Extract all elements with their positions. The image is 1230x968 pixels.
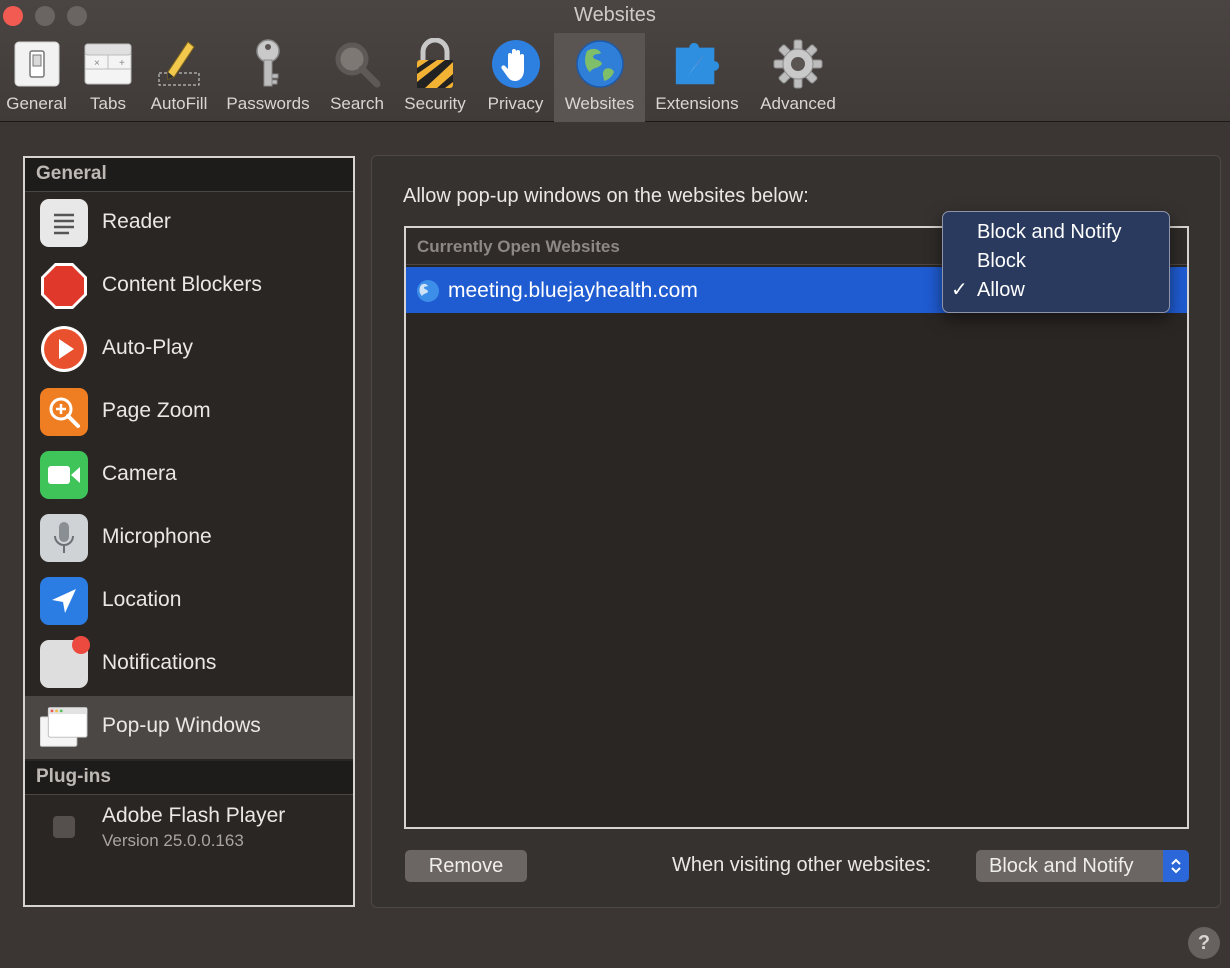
chevron-updown-icon xyxy=(1163,850,1189,882)
tabs-icon: × + xyxy=(83,38,133,90)
menu-item-label: Block and Notify xyxy=(977,221,1122,243)
sidebar-item-label: Microphone xyxy=(102,525,212,548)
toolbar-tab-passwords[interactable]: Passwords xyxy=(215,33,321,122)
camera-icon xyxy=(40,451,88,499)
svg-text:×: × xyxy=(94,58,100,69)
sidebar-item-auto-play[interactable]: Auto-Play xyxy=(25,318,353,381)
padlock-icon xyxy=(410,38,460,90)
sidebar-item-notifications[interactable]: Notifications xyxy=(25,633,353,696)
toolbar-label: Search xyxy=(330,94,384,113)
play-icon xyxy=(40,325,88,373)
general-switch-icon xyxy=(12,38,62,90)
toolbar-tab-privacy[interactable]: Privacy xyxy=(477,33,554,122)
toolbar-label: Tabs xyxy=(90,94,126,113)
websites-list[interactable]: Currently Open Websites meeting.bluejayh… xyxy=(404,226,1189,829)
toolbar-label: Privacy xyxy=(487,94,544,113)
autofill-pencil-icon xyxy=(154,38,204,90)
sidebar-section-plugins: Plug-ins xyxy=(25,761,353,795)
toolbar-tab-websites[interactable]: Websites xyxy=(554,33,645,122)
sidebar-item-label: Camera xyxy=(102,462,177,485)
plugin-enable-checkbox[interactable] xyxy=(53,816,75,838)
globe-icon xyxy=(417,280,439,302)
sidebar-item-camera[interactable]: Camera xyxy=(25,444,353,507)
sidebar-item-label: Reader xyxy=(102,210,171,233)
site-name: meeting.bluejayhealth.com xyxy=(448,279,698,302)
toolbar-tab-security[interactable]: Security xyxy=(393,33,477,122)
menu-item-label: Allow xyxy=(977,279,1025,301)
gear-icon xyxy=(773,38,823,90)
toolbar-label: Security xyxy=(404,94,466,113)
toolbar-tab-extensions[interactable]: Extensions xyxy=(645,33,749,122)
stop-octagon-icon xyxy=(40,262,88,310)
toolbar-label: Websites xyxy=(564,94,635,113)
other-websites-label: When visiting other websites: xyxy=(672,854,932,876)
toolbar-label: AutoFill xyxy=(150,94,208,113)
sidebar-item-label: Pop-up Windows xyxy=(102,714,261,737)
window-title: Websites xyxy=(574,4,656,26)
sidebar: General Reader Content Blockers Auto-Pla… xyxy=(23,156,355,907)
sidebar-item-label: Page Zoom xyxy=(102,399,211,422)
sidebar-item-label: Notifications xyxy=(102,651,217,674)
sidebar-item-microphone[interactable]: Microphone xyxy=(25,507,353,570)
popup-windows-icon xyxy=(40,703,88,751)
hand-icon xyxy=(491,38,541,90)
menu-item-block-and-notify[interactable]: Block and Notify xyxy=(943,218,1169,247)
menu-item-label: Block xyxy=(977,250,1026,272)
panel-caption: Allow pop-up windows on the websites bel… xyxy=(403,185,809,207)
globe-icon xyxy=(575,38,625,90)
sidebar-section-general: General xyxy=(25,158,353,192)
toolbar-label: Passwords xyxy=(226,94,310,113)
sidebar-item-location[interactable]: Location xyxy=(25,570,353,633)
sidebar-item-pop-up-windows[interactable]: Pop-up Windows xyxy=(25,696,353,759)
location-arrow-icon xyxy=(40,577,88,625)
checkmark-icon: ✓ xyxy=(951,279,968,301)
toolbar-tab-general[interactable]: General xyxy=(0,33,73,122)
toolbar-label: General xyxy=(6,94,67,113)
toolbar-tab-search[interactable]: Search xyxy=(321,33,393,122)
other-websites-select[interactable]: Block and Notify xyxy=(976,850,1189,882)
toolbar-tab-advanced[interactable]: Advanced xyxy=(749,33,847,122)
sidebar-item-reader[interactable]: Reader xyxy=(25,192,353,255)
toolbar: Websites General × + Tabs AutoFill Passw… xyxy=(0,0,1230,122)
sidebar-item-label: Auto-Play xyxy=(102,336,194,359)
remove-button[interactable]: Remove xyxy=(405,850,527,882)
select-value: Block and Notify xyxy=(989,855,1134,877)
sidebar-item-label: Location xyxy=(102,588,182,611)
zoom-icon xyxy=(40,388,88,436)
toolbar-tab-autofill[interactable]: AutoFill xyxy=(143,33,215,122)
reader-icon xyxy=(40,199,88,247)
sidebar-item-label: Content Blockers xyxy=(102,273,262,296)
sidebar-item-content-blockers[interactable]: Content Blockers xyxy=(25,255,353,318)
magnifier-icon xyxy=(332,38,382,90)
key-icon xyxy=(243,38,293,90)
plugin-name[interactable]: Adobe Flash Player xyxy=(102,804,285,828)
puzzle-compass-icon xyxy=(672,38,722,90)
microphone-icon xyxy=(40,514,88,562)
permission-dropdown-menu: Block and Notify Block ✓ Allow xyxy=(942,211,1170,313)
sidebar-item-page-zoom[interactable]: Page Zoom xyxy=(25,381,353,444)
toolbar-label: Advanced xyxy=(760,94,836,113)
plugin-version: Version 25.0.0.163 xyxy=(102,831,244,850)
toolbar-label: Extensions xyxy=(655,94,739,113)
svg-text:+: + xyxy=(119,58,125,69)
toolbar-tab-tabs[interactable]: × + Tabs xyxy=(73,33,143,122)
menu-item-block[interactable]: Block xyxy=(943,247,1169,276)
notifications-icon xyxy=(40,636,90,688)
help-button[interactable]: ? xyxy=(1188,927,1220,959)
menu-item-allow[interactable]: ✓ Allow xyxy=(943,276,1169,305)
